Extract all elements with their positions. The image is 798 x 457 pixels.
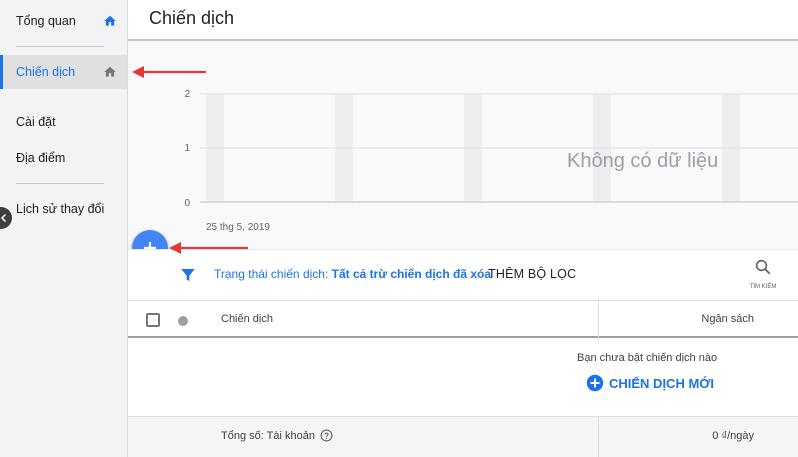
y-tick-label: 2 — [184, 89, 190, 100]
select-all-checkbox[interactable] — [146, 313, 160, 327]
add-circle-icon — [586, 374, 604, 392]
sidebar-item-label: Lịch sử thay đổi — [16, 202, 105, 216]
status-filter-chip[interactable]: Trạng thái chiến dịch: Tất cả trừ chiến … — [214, 267, 491, 281]
x-tick-label: 25 thg 5, 2019 — [206, 222, 270, 233]
sidebar: Tổng quan Chiến dịch Cài đặt Địa điểm Lị… — [0, 0, 128, 457]
totals-budget-value: 0 ₫/ngày — [712, 430, 754, 442]
chevron-left-icon — [0, 213, 7, 223]
page-title: Chiến dịch — [149, 8, 235, 28]
help-icon[interactable] — [320, 429, 333, 442]
performance-chart: 2 1 0 25 thg 5, 2019 — [128, 41, 798, 249]
sidebar-item-label: Địa điểm — [16, 151, 66, 165]
sidebar-item-settings[interactable]: Cài đặt — [0, 105, 127, 139]
chart-canvas: 2 1 0 25 thg 5, 2019 — [184, 89, 798, 233]
column-header-budget[interactable]: Ngân sách — [701, 313, 754, 325]
sidebar-item-label: Cài đặt — [16, 115, 56, 129]
sidebar-item-overview[interactable]: Tổng quan — [0, 4, 127, 38]
add-filter-button[interactable]: THÊM BỘ LỌC — [488, 267, 576, 281]
y-tick-label: 1 — [184, 143, 190, 154]
sidebar-item-change-history[interactable]: Lịch sử thay đổi — [0, 192, 127, 226]
filter-label: Trạng thái chiến dịch: — [214, 267, 329, 281]
home-icon — [104, 15, 116, 26]
no-data-message: Không có dữ liệu — [567, 150, 719, 172]
chart-gridlines — [200, 93, 798, 203]
sidebar-item-label: Tổng quan — [16, 14, 76, 28]
search-label: TÌM KIẾM — [749, 284, 777, 290]
sidebar-item-label: Chiến dịch — [16, 65, 76, 79]
home-icon — [104, 66, 116, 77]
totals-label: Tổng số: Tài khoản — [221, 430, 315, 442]
sidebar-divider — [16, 183, 104, 184]
y-tick-label: 0 — [184, 198, 190, 209]
search-icon — [755, 259, 771, 275]
status-column-icon — [178, 316, 188, 326]
column-header-campaign[interactable]: Chiến dịch — [221, 313, 273, 325]
table-header: Chiến dịch Ngân sách — [128, 300, 798, 339]
sidebar-item-locations[interactable]: Địa điểm — [0, 141, 127, 175]
new-campaign-button[interactable]: CHIẾN DỊCH MỚI — [586, 374, 714, 392]
filter-value: Tất cả trừ chiến dịch đã xóa — [331, 267, 492, 281]
empty-state-message: Bạn chưa bật chiến dịch nào — [577, 352, 718, 364]
sidebar-divider — [16, 46, 104, 47]
column-divider — [598, 301, 599, 339]
new-campaign-label: CHIẾN DỊCH MỚI — [609, 375, 714, 391]
column-divider — [598, 417, 599, 457]
totals-row: Tổng số: Tài khoản 0 ₫/ngày — [128, 416, 798, 457]
annotation-arrow — [132, 66, 206, 78]
annotation-arrow — [169, 242, 248, 254]
filter-icon[interactable] — [180, 267, 196, 283]
sidebar-item-campaigns[interactable]: Chiến dịch — [0, 55, 127, 89]
search-button[interactable]: TÌM KIẾM — [743, 258, 783, 290]
